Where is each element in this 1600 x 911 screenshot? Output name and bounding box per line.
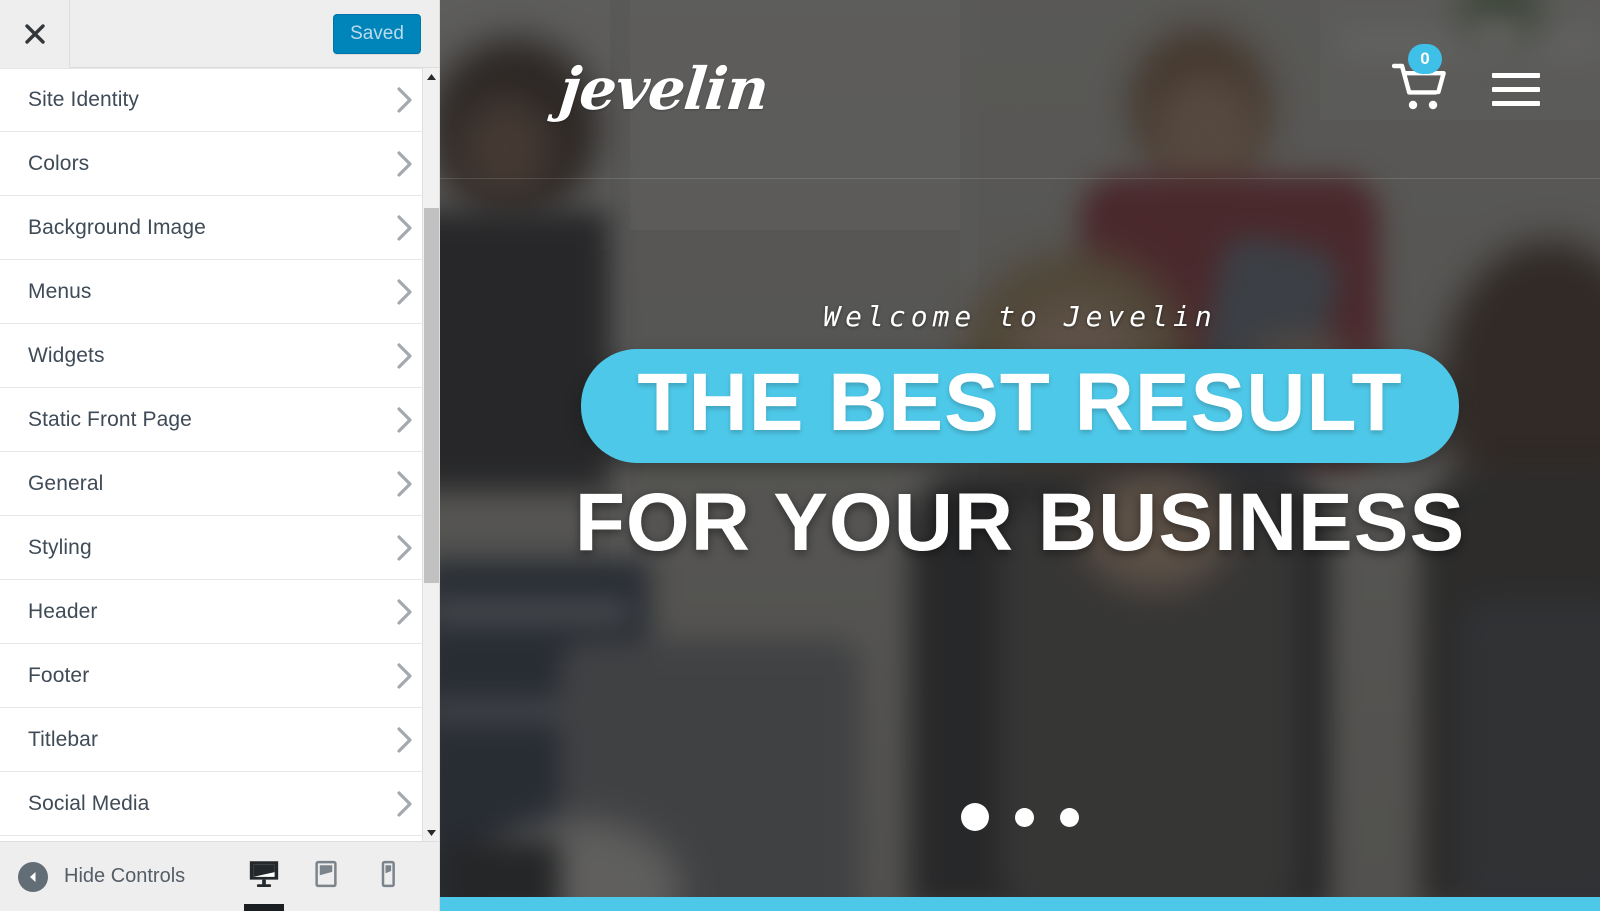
slider-dot-2[interactable]	[1015, 807, 1034, 827]
panel-label: Social Media	[28, 791, 150, 815]
site-logo[interactable]: jevelin	[556, 55, 771, 123]
panel-label: Widgets	[28, 343, 105, 367]
hero-slide: Welcome to Jevelin THE BEST RESULT FOR Y…	[440, 300, 1600, 564]
customizer-panel-header[interactable]: Header	[0, 580, 439, 644]
chevron-right-icon	[395, 213, 415, 243]
scrollbar-up-arrow[interactable]	[423, 68, 439, 85]
hero-headline-line-1: THE BEST RESULT	[637, 357, 1403, 448]
customizer-panel-general[interactable]: General	[0, 452, 439, 516]
chevron-right-icon	[395, 661, 415, 691]
slider-pagination	[440, 803, 1600, 831]
chevron-right-icon	[395, 469, 415, 499]
customizer-panel-social-media[interactable]: Social Media	[0, 772, 439, 836]
customizer-panel-footer[interactable]: Footer	[0, 644, 439, 708]
panel-label: Titlebar	[28, 727, 99, 751]
desktop-icon	[247, 857, 281, 896]
close-customizer-button[interactable]	[0, 0, 70, 68]
tablet-icon	[311, 859, 341, 894]
chevron-right-icon	[395, 533, 415, 563]
customizer-sidebar: Saved Site Identity Colors Background Imag…	[0, 0, 440, 911]
panel-label: Menus	[28, 279, 92, 303]
panel-label: Styling	[28, 535, 92, 559]
hide-controls-button[interactable]: Hide Controls	[18, 861, 186, 892]
customizer-panel-list: Site Identity Colors Background Image Menus…	[0, 68, 439, 836]
chevron-right-icon	[395, 597, 415, 627]
cart-count-badge: 0	[1408, 43, 1442, 74]
panel-label: Site Identity	[28, 88, 140, 111]
panel-label: General	[28, 471, 104, 495]
sidebar-scrollbar[interactable]	[422, 68, 439, 841]
site-header: jevelin 0	[440, 0, 1600, 178]
hide-controls-label: Hide Controls	[64, 865, 186, 887]
mobile-icon	[373, 859, 403, 894]
panel-label: Colors	[28, 151, 90, 175]
save-button[interactable]: Saved	[333, 13, 421, 54]
customizer-panel-colors[interactable]: Colors	[0, 132, 439, 196]
customizer-panel-menus[interactable]: Menus	[0, 260, 439, 324]
customizer-panel-static-front-page[interactable]: Static Front Page	[0, 388, 439, 452]
hamburger-menu-icon[interactable]	[1492, 72, 1540, 106]
customizer-panel-titlebar[interactable]: Titlebar	[0, 708, 439, 772]
hero-eyebrow: Welcome to Jevelin	[823, 300, 1217, 333]
customizer-panel-background-image[interactable]: Background Image	[0, 196, 439, 260]
hamburger-bar	[1492, 100, 1540, 106]
customizer-app: Saved Site Identity Colors Background Imag…	[0, 0, 1600, 911]
device-preview-mobile[interactable]	[357, 842, 419, 911]
slider-dot-3[interactable]	[1060, 807, 1079, 827]
chevron-right-icon	[395, 149, 415, 179]
shopping-cart-icon	[1391, 63, 1448, 118]
site-preview-pane[interactable]: jevelin 0 Welcome to Jevelin THE BEST RE…	[440, 0, 1600, 911]
caret-up-icon	[426, 68, 437, 86]
device-preview-group	[233, 842, 439, 911]
hamburger-bar	[1492, 72, 1540, 78]
customizer-header: Saved	[0, 0, 439, 68]
hero-headline-line-2: FOR YOUR BUSINESS	[574, 476, 1466, 568]
close-icon	[22, 21, 48, 47]
panel-label: Static Front Page	[28, 407, 192, 431]
caret-down-icon	[426, 824, 437, 842]
hero-headline-pill: THE BEST RESULT	[581, 349, 1459, 463]
customizer-panel-widgets[interactable]: Widgets	[0, 324, 439, 388]
customizer-footer: Hide Controls	[0, 841, 439, 911]
chevron-right-icon	[395, 725, 415, 755]
cart-button[interactable]: 0	[1391, 43, 1448, 119]
panel-label: Header	[28, 599, 98, 623]
device-preview-tablet[interactable]	[295, 842, 357, 911]
customizer-panel-list-container: Site Identity Colors Background Image Menus…	[0, 68, 439, 841]
collapse-arrow-icon	[18, 861, 48, 892]
chevron-right-icon	[395, 277, 415, 307]
customizer-panel-site-identity[interactable]: Site Identity	[0, 68, 439, 132]
chevron-right-icon	[395, 341, 415, 371]
customizer-panel-styling[interactable]: Styling	[0, 516, 439, 580]
chevron-right-icon	[395, 405, 415, 435]
device-preview-desktop[interactable]	[233, 842, 295, 911]
scrollbar-down-arrow[interactable]	[423, 824, 439, 841]
preview-bottom-accent-bar	[440, 897, 1600, 911]
chevron-right-icon	[395, 85, 415, 115]
scrollbar-thumb[interactable]	[424, 208, 439, 583]
hamburger-bar	[1492, 86, 1540, 92]
panel-label: Background Image	[28, 215, 206, 239]
chevron-right-icon	[395, 789, 415, 819]
panel-label: Footer	[28, 663, 90, 687]
slider-dot-1[interactable]	[961, 803, 989, 831]
header-divider	[440, 178, 1600, 179]
